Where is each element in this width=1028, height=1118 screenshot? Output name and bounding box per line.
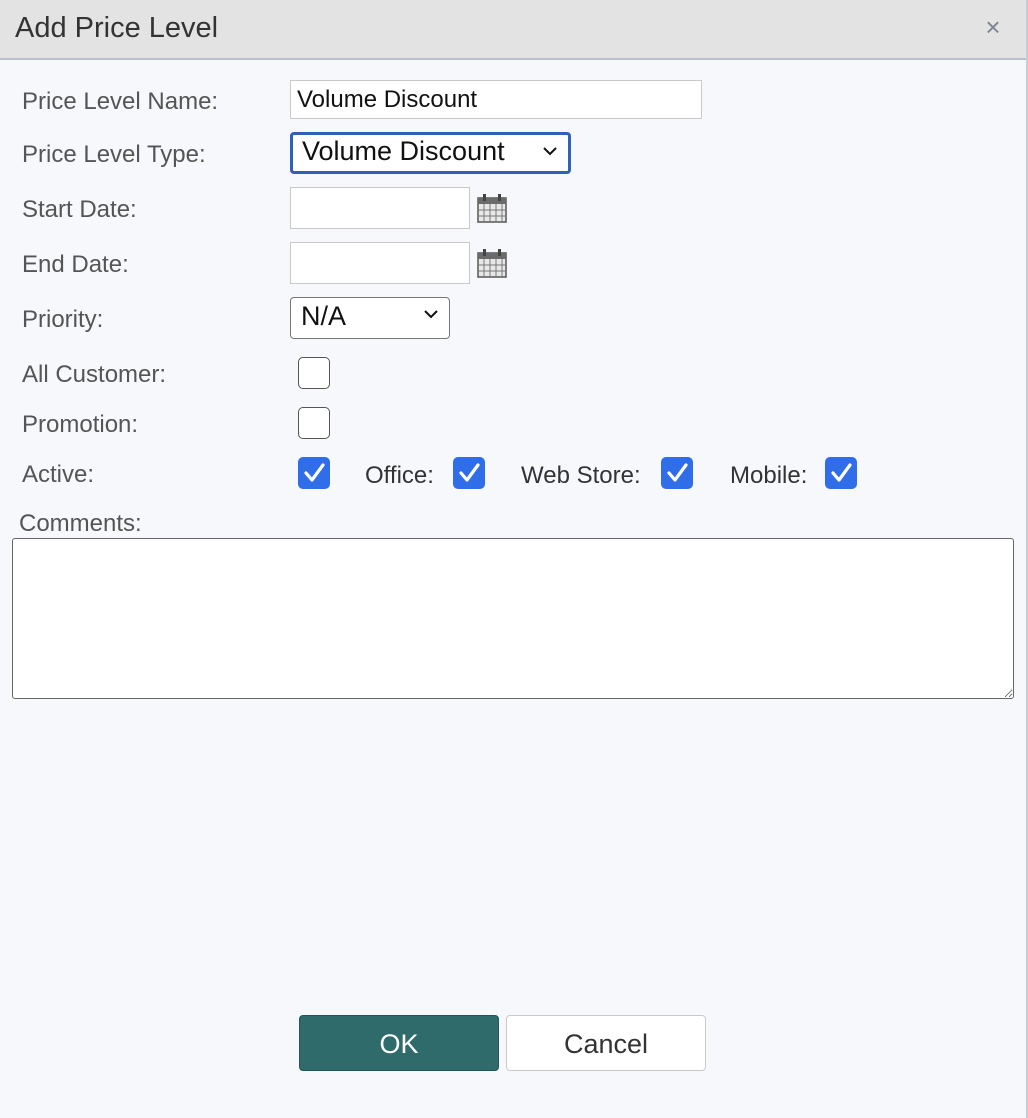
calendar-icon[interactable] — [476, 192, 508, 224]
end-date-input[interactable] — [290, 242, 470, 284]
web-store-checkbox[interactable] — [661, 457, 693, 489]
checkmark-icon — [459, 463, 480, 482]
active-checkbox[interactable] — [298, 457, 330, 489]
promotion-checkbox[interactable] — [298, 407, 330, 439]
end-date-label: End Date: — [22, 251, 129, 278]
checkmark-icon — [831, 463, 852, 482]
checkmark-icon — [304, 463, 325, 482]
comments-textarea[interactable] — [12, 538, 1014, 699]
priority-value: N/A — [301, 301, 347, 331]
price-level-type-label: Price Level Type: — [22, 141, 206, 168]
web-store-label: Web Store: — [521, 462, 641, 489]
priority-label: Priority: — [22, 306, 104, 333]
mobile-checkbox[interactable] — [825, 457, 857, 489]
chevron-down-icon — [424, 310, 438, 319]
mobile-label: Mobile: — [730, 462, 808, 489]
chevron-down-icon — [543, 147, 557, 156]
start-date-input[interactable] — [290, 187, 470, 229]
close-icon[interactable]: × — [980, 14, 1006, 40]
promotion-label: Promotion: — [22, 411, 139, 438]
all-customer-checkbox[interactable] — [298, 357, 330, 389]
office-checkbox[interactable] — [453, 457, 485, 489]
price-level-type-value: Volume Discount — [302, 136, 505, 166]
dialog-title: Add Price Level — [15, 12, 219, 44]
office-label: Office: — [365, 462, 434, 489]
calendar-icon[interactable] — [476, 247, 508, 279]
all-customer-label: All Customer: — [22, 361, 167, 388]
checkmark-icon — [667, 463, 688, 482]
add-price-level-dialog: Add Price Level × Price Level Name: Pric… — [0, 0, 1028, 1118]
cancel-button[interactable]: Cancel — [506, 1015, 706, 1071]
active-label: Active: — [22, 461, 95, 488]
price-level-name-input[interactable] — [290, 80, 702, 119]
start-date-label: Start Date: — [22, 196, 137, 223]
priority-select[interactable]: N/A — [290, 297, 450, 339]
price-level-type-select[interactable]: Volume Discount — [290, 132, 571, 174]
ok-button[interactable]: OK — [299, 1015, 499, 1071]
comments-label: Comments: — [19, 510, 142, 537]
dialog-titlebar: Add Price Level × — [0, 0, 1026, 60]
price-level-name-label: Price Level Name: — [22, 88, 219, 115]
